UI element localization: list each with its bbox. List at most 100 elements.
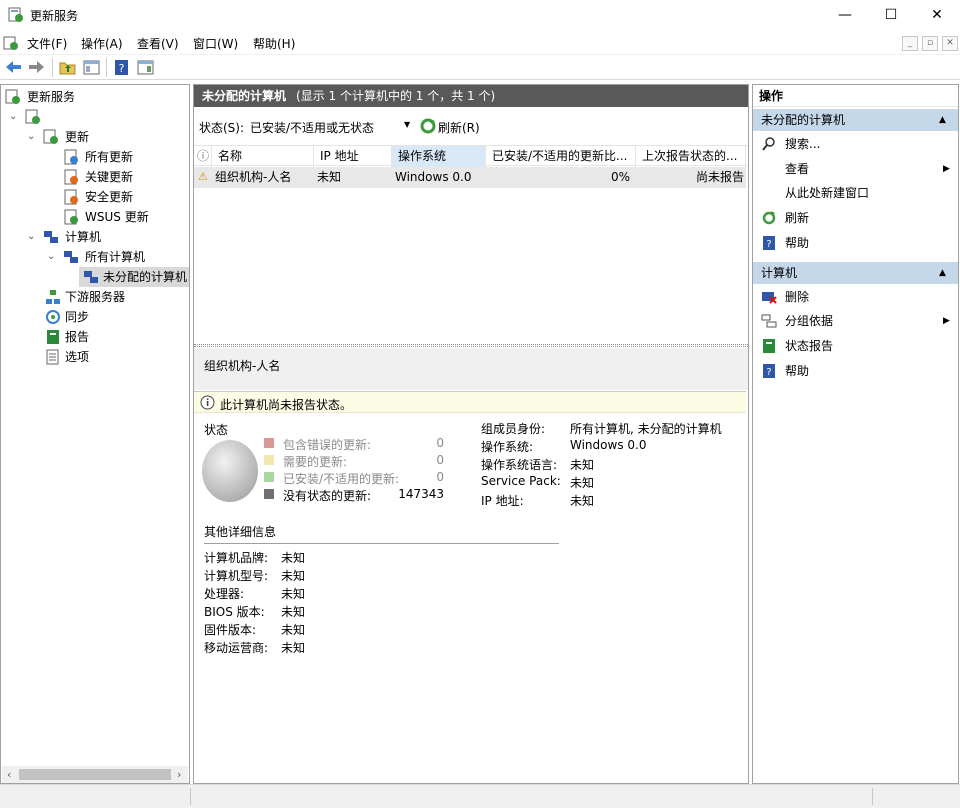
chevron-down-icon[interactable]: ⌄ [9,112,19,122]
status-filter-label: 状态(S): [199,121,245,135]
scroll-left-icon[interactable]: ‹ [7,768,11,781]
column-installed-percent[interactable]: 已安装/不适用的更新比... [486,146,636,167]
action-status-report[interactable]: 状态报告 [753,334,958,358]
chevron-down-icon[interactable]: ⌄ [27,132,37,142]
all-updates-icon [64,149,78,165]
detail-value: 未知 [281,587,306,601]
property-key: 操作系统: [481,440,534,454]
notice-bar: 此计算机尚未报告状态。 [194,391,746,413]
menu-bar: 文件(F) 操作(A) 查看(V) 窗口(W) 帮助(H) _ ▫ ✕ [0,31,960,55]
action-group-by[interactable]: 分组依据 ▶ [753,309,958,333]
options-icon [46,349,59,365]
table-row[interactable]: ⚠ 组织机构-人名 未知 Windows 0.0 0% 尚未报告 [194,167,746,188]
column-ip[interactable]: IP 地址 [314,146,392,167]
forward-arrow-icon[interactable] [27,58,46,77]
info-icon [200,395,215,410]
tree-label: 所有更新 [85,150,134,164]
chevron-down-icon[interactable]: ⌄ [47,252,57,262]
action-new-window[interactable]: 从此处新建窗口 [753,181,958,205]
detail-value: 未知 [281,551,306,565]
menu-help[interactable]: 帮助(H) [253,35,295,52]
collapse-up-icon[interactable]: ▲ [939,109,946,131]
refresh-button[interactable]: 刷新(R) [418,115,482,137]
close-button[interactable]: ✕ [914,0,960,31]
chevron-down-icon[interactable]: ⌄ [27,232,37,242]
tree-horizontal-scrollbar[interactable]: ‹ › [2,766,188,783]
property-value: 未知 [570,494,595,508]
action-label: 帮助 [785,236,810,250]
actions-section-computer[interactable]: 计算机 ▲ [753,262,958,284]
action-help-computer[interactable]: ? 帮助 [753,359,958,383]
action-delete[interactable]: 删除 [753,285,958,309]
legend-item: 没有状态的更新: 147343 [264,486,454,503]
scrollbar-thumb[interactable] [19,769,171,780]
mdi-close-button[interactable]: ✕ [942,36,958,51]
svg-text:?: ? [766,239,771,250]
legend-item: 需要的更新: 0 [264,452,454,469]
computer-properties: 组成员身份: 所有计算机, 未分配的计算机 操作系统: Windows 0.0 操作系统… [481,419,746,514]
action-label: 刷新 [785,211,810,225]
property-value: 未知 [570,458,595,472]
action-search[interactable]: 搜索... [753,132,958,156]
actions-title: 操作 [753,85,958,107]
column-name[interactable]: 名称 [212,146,314,167]
action-refresh[interactable]: 刷新 [753,206,958,230]
tree-label: 所有计算机 [85,250,146,264]
mdi-restore-button[interactable]: ▫ [922,36,938,51]
tree-label: 更新服务 [27,90,76,104]
section-label: 计算机 [761,266,798,280]
legend-item: 包含错误的更新: 0 [264,435,454,452]
detail-row: 计算机型号: 未知 [204,566,504,584]
section-divider [204,543,559,544]
detail-key: 计算机型号: [204,569,269,583]
action-help[interactable]: ? 帮助 [753,231,958,255]
up-folder-icon[interactable] [58,58,77,77]
mmc-app-icon[interactable] [3,35,19,51]
detail-row: 计算机品牌: 未知 [204,548,504,566]
detail-value: 未知 [281,641,306,655]
maximize-button[interactable]: ☐ [868,0,914,31]
property-row: 组成员身份: 所有计算机, 未分配的计算机 [481,419,746,437]
detail-key: 固件版本: [204,623,257,637]
computers-icon [64,251,78,263]
show-action-pane-icon[interactable] [136,58,155,77]
sync-icon [46,310,60,324]
help-icon: ? [763,364,775,378]
detail-key: 移动运营商: [204,641,269,655]
tree-label: 同步 [65,310,90,324]
notice-text: 此计算机尚未报告状态。 [220,398,353,412]
collapse-up-icon[interactable]: ▲ [939,262,946,284]
menu-action[interactable]: 操作(A) [81,35,123,52]
row-ip: 未知 [317,170,342,184]
help-icon[interactable]: ? [112,58,131,77]
actions-section-unassigned[interactable]: 未分配的计算机 ▲ [753,109,958,131]
legend-value: 0 [436,453,444,467]
legend-item: 已安装/不适用的更新: 0 [264,469,454,486]
mdi-minimize-button[interactable]: _ [902,36,918,51]
menu-file[interactable]: 文件(F) [27,35,67,52]
status-filter-dropdown[interactable]: 已安装/不适用或无状态 ▼ [246,115,416,137]
wsus-updates-icon [64,209,78,225]
minimize-button[interactable]: — [822,0,868,31]
show-hide-tree-icon[interactable] [82,58,101,77]
action-view[interactable]: 查看 ▶ [753,157,958,181]
back-arrow-icon[interactable] [4,58,23,77]
row-name: 组织机构-人名 [215,170,292,184]
menu-window[interactable]: 窗口(W) [193,35,238,52]
detail-row: 处理器: 未知 [204,584,504,602]
content-pane: 未分配的计算机 (显示 1 个计算机中的 1 个，共 1 个) 状态(S): 已安… [193,84,749,784]
tree-item-unassigned-computers[interactable]: 未分配的计算机 [79,267,189,287]
dropdown-arrow-icon: ▼ [404,120,411,129]
action-label: 帮助 [785,364,810,378]
pane-splitter[interactable] [194,344,748,347]
menu-view[interactable]: 查看(V) [137,35,179,52]
status-legend: 包含错误的更新: 0 需要的更新: 0 已安装/不适用的更新: 0 没有状态的更新: 1473… [264,435,454,505]
info-column-icon[interactable]: ⓘ [194,146,212,167]
tree-item-server[interactable]: ⌄ [9,107,49,127]
tree-label: 关键更新 [85,170,134,184]
column-os[interactable]: 操作系统 [392,146,486,167]
column-last-report[interactable]: 上次报告状态的... [636,146,746,167]
scroll-right-icon[interactable]: › [177,768,181,781]
action-label: 从此处新建窗口 [785,186,870,200]
action-label: 搜索... [785,137,821,151]
